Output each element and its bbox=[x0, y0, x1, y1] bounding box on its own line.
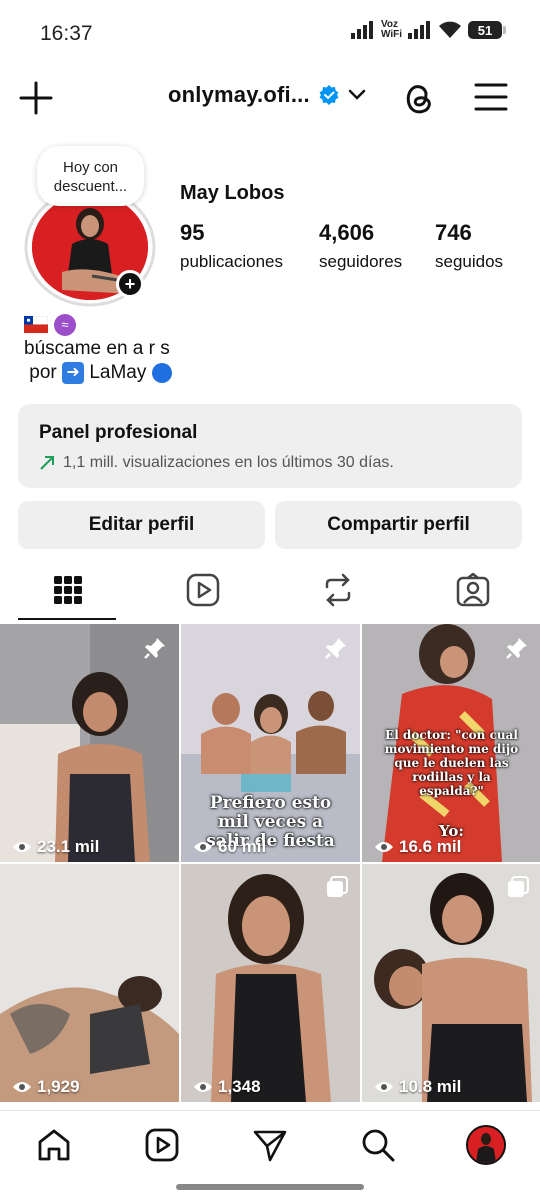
wifi-icon bbox=[439, 21, 461, 38]
profile-header: onlymay.ofi... bbox=[0, 68, 540, 128]
profile-name: May Lobos bbox=[180, 182, 285, 204]
post-tile[interactable]: 23.1 mil bbox=[0, 624, 179, 862]
chile-flag-icon bbox=[23, 316, 49, 334]
views-eye-icon bbox=[194, 842, 212, 852]
share-profile-button[interactable]: Compartir perfil bbox=[275, 501, 522, 549]
status-icons: Voz WiFi 51 bbox=[350, 19, 506, 40]
username: onlymay.ofi... bbox=[168, 82, 310, 107]
status-bar: 16:37 Voz WiFi 51 bbox=[0, 0, 540, 68]
grid-icon bbox=[53, 576, 82, 604]
tab-reposts[interactable] bbox=[270, 560, 405, 620]
battery-icon: 51 bbox=[468, 21, 506, 39]
panel-title: Panel profesional bbox=[39, 422, 198, 443]
reels-icon bbox=[186, 573, 219, 607]
right-arrow-icon: ➜ bbox=[62, 361, 85, 384]
reposts-icon bbox=[325, 573, 350, 607]
pin-icon bbox=[144, 638, 165, 659]
voz-wifi-label: Voz WiFi bbox=[380, 19, 402, 40]
profile-avatar bbox=[466, 1125, 506, 1165]
stat-posts[interactable]: 95 publicaciones bbox=[180, 220, 283, 272]
carousel-icon bbox=[508, 876, 529, 897]
views-eye-icon bbox=[13, 842, 31, 852]
create-plus-icon[interactable] bbox=[18, 80, 54, 116]
threads-icon[interactable] bbox=[402, 80, 436, 116]
reels-icon bbox=[145, 1128, 179, 1162]
send-icon bbox=[253, 1130, 287, 1162]
post-thumbnail bbox=[181, 864, 360, 1102]
post-tile[interactable]: 10.8 mil bbox=[362, 864, 540, 1102]
carousel-icon bbox=[327, 876, 348, 897]
pin-icon bbox=[325, 638, 346, 659]
home-indicator bbox=[176, 1184, 364, 1190]
panel-subtitle: 1,1 mill. visualizaciones en los últimos… bbox=[63, 454, 394, 471]
add-story-icon[interactable]: + bbox=[116, 270, 144, 298]
aquarius-icon: ≈ bbox=[54, 313, 76, 336]
verified-badge-icon bbox=[319, 85, 339, 105]
pin-icon bbox=[506, 638, 527, 659]
note-bubble[interactable]: Hoy con descuent... bbox=[37, 146, 144, 206]
signal-icon bbox=[350, 21, 373, 39]
post-views: 1,348 bbox=[218, 1077, 261, 1096]
tab-tagged[interactable] bbox=[405, 560, 540, 620]
tab-reels[interactable] bbox=[135, 560, 270, 620]
bio-line1: búscame en a r s bbox=[24, 338, 170, 359]
post-views: 60 mil bbox=[218, 837, 267, 856]
nav-home[interactable] bbox=[34, 1125, 74, 1165]
stat-followers[interactable]: 4,606 seguidores bbox=[319, 220, 402, 272]
signal-icon bbox=[408, 21, 430, 39]
tab-grid[interactable] bbox=[0, 560, 135, 620]
post-tile[interactable]: Prefiero esto mil veces a salir de fiest… bbox=[181, 624, 360, 862]
posts-grid: 23.1 mil Prefiero esto mil veces a salir… bbox=[0, 624, 540, 1110]
nav-search[interactable] bbox=[358, 1125, 398, 1165]
nav-profile[interactable] bbox=[466, 1125, 506, 1165]
post-views: 16.6 mil bbox=[399, 837, 462, 856]
nav-messages[interactable] bbox=[250, 1125, 290, 1165]
status-time: 16:37 bbox=[40, 22, 93, 45]
search-icon bbox=[362, 1129, 395, 1162]
chevron-down-icon bbox=[348, 89, 366, 100]
nav-reels[interactable] bbox=[142, 1125, 182, 1165]
trend-up-icon bbox=[40, 456, 54, 470]
post-tile[interactable]: 1,929 bbox=[0, 864, 179, 1102]
bio-por: por bbox=[29, 362, 57, 383]
bio: ≈ búscame en a r s por ➜ LaMay bbox=[23, 313, 172, 385]
post-views: 23.1 mil bbox=[37, 837, 100, 856]
home-icon bbox=[38, 1129, 70, 1161]
post-thumbnail bbox=[362, 864, 540, 1102]
account-switcher[interactable]: onlymay.ofi... bbox=[168, 82, 366, 108]
tagged-icon bbox=[456, 573, 489, 607]
views-eye-icon bbox=[375, 842, 393, 852]
post-caption: El doctor: "con cual movimiento me dijo … bbox=[384, 728, 519, 798]
views-eye-icon bbox=[194, 1082, 212, 1092]
post-views: 10.8 mil bbox=[399, 1077, 462, 1096]
edit-profile-button[interactable]: Editar perfil bbox=[18, 501, 265, 549]
post-tile[interactable]: El doctor: "con cual movimiento me dijo … bbox=[362, 624, 540, 862]
views-eye-icon bbox=[375, 1082, 393, 1092]
menu-icon[interactable] bbox=[474, 80, 508, 114]
stat-following[interactable]: 746 seguidos bbox=[435, 220, 503, 272]
post-thumbnail bbox=[0, 864, 179, 1102]
views-eye-icon bbox=[13, 1082, 31, 1092]
post-views: 1,929 bbox=[37, 1077, 80, 1096]
professional-dashboard[interactable]: Panel profesional 1,1 mill. visualizacio… bbox=[18, 404, 522, 488]
active-tab-indicator bbox=[18, 618, 116, 620]
profile-tabs bbox=[0, 560, 540, 622]
blue-circle-icon bbox=[151, 362, 172, 383]
bio-link-name[interactable]: LaMay bbox=[89, 362, 146, 383]
post-tile[interactable]: 1,348 bbox=[181, 864, 360, 1102]
